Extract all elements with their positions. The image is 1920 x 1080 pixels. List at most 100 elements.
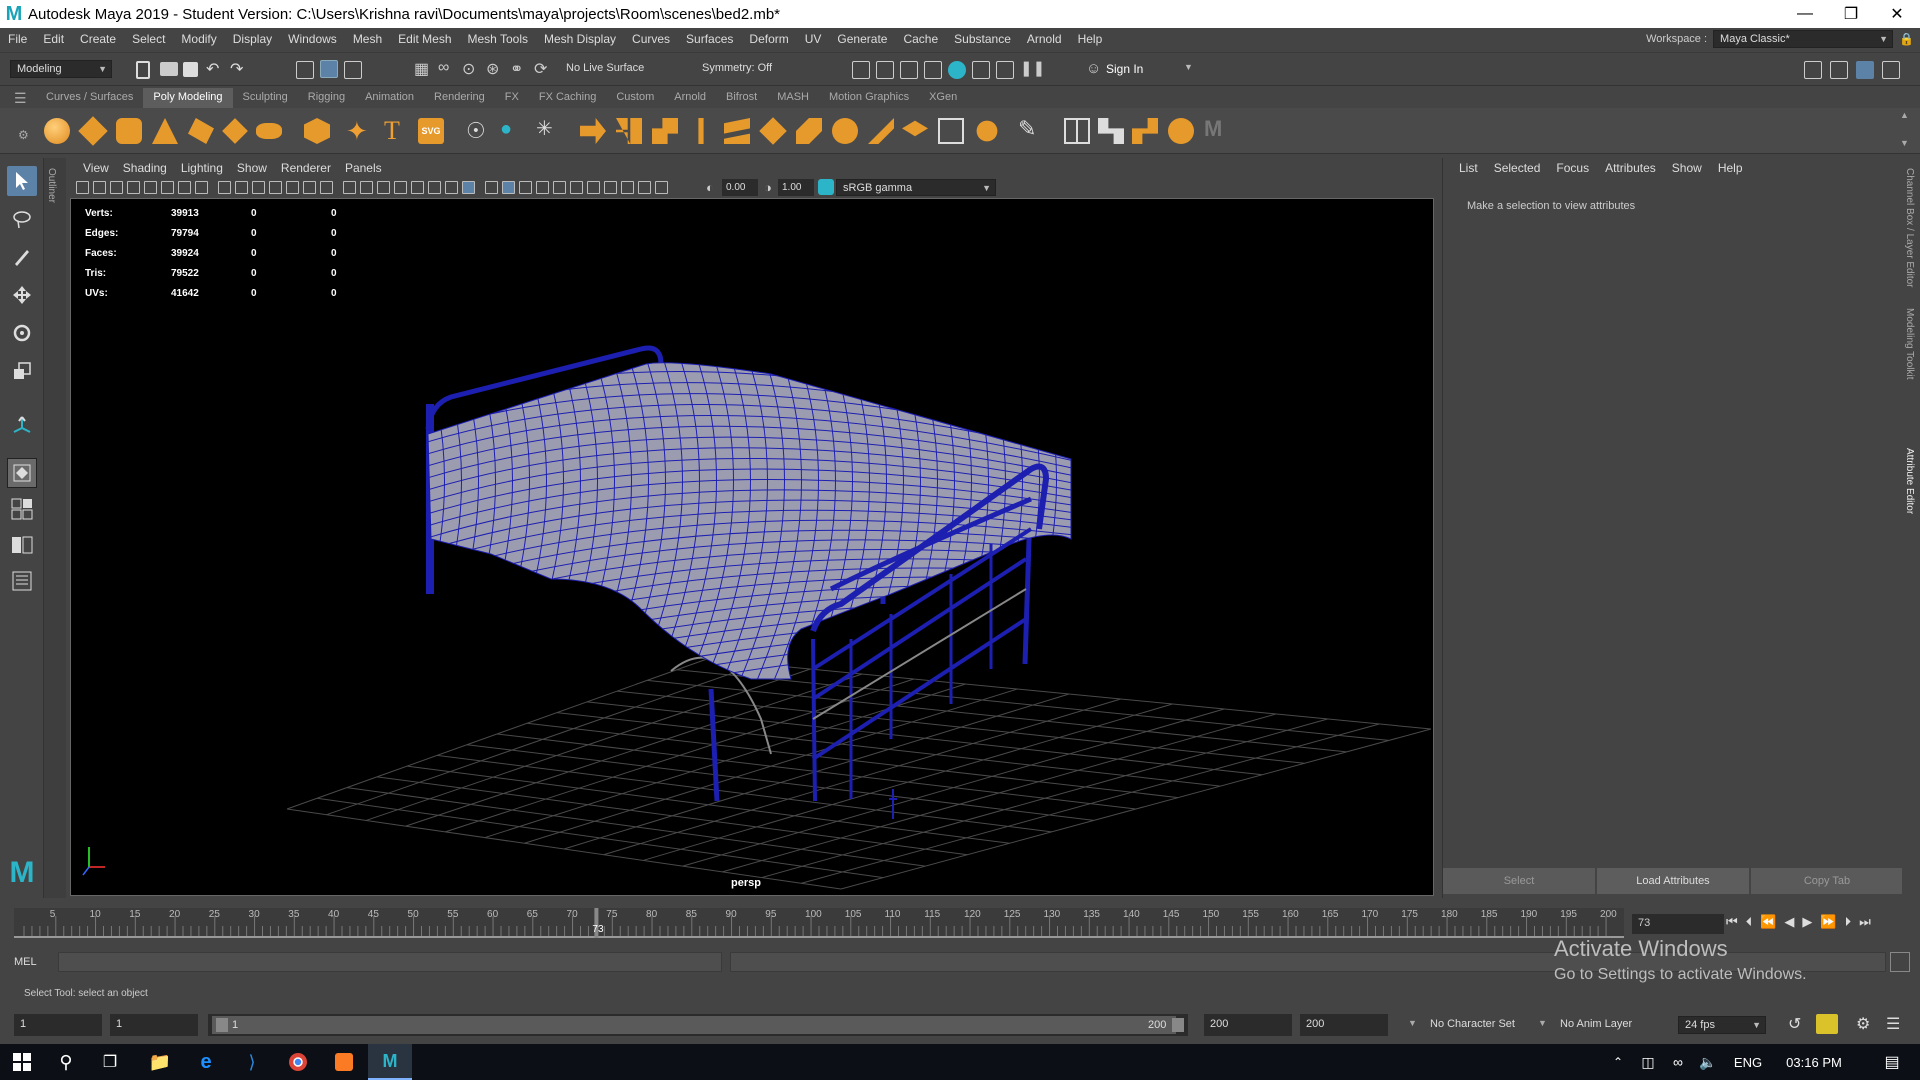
- sculpt-icon[interactable]: ☉: [466, 118, 486, 144]
- xampp-icon[interactable]: [322, 1044, 366, 1080]
- panel-tool-icon[interactable]: [320, 181, 333, 194]
- animation-end-field[interactable]: 200: [1300, 1014, 1388, 1036]
- render-view-icon[interactable]: [852, 61, 870, 79]
- range-slider-handle-left[interactable]: [216, 1018, 228, 1032]
- menu-cache[interactable]: Cache: [895, 32, 946, 46]
- light-editor-icon[interactable]: [996, 61, 1014, 79]
- shelf-tab-rigging[interactable]: Rigging: [298, 88, 355, 108]
- append-polygon-icon[interactable]: [868, 118, 894, 144]
- menu-substance[interactable]: Substance: [946, 32, 1019, 46]
- current-frame-field[interactable]: 73: [1632, 914, 1724, 934]
- merge-icon[interactable]: [902, 120, 928, 137]
- fps-dropdown[interactable]: 24 fps ▼: [1678, 1016, 1766, 1034]
- panel-tool-icon[interactable]: [485, 181, 498, 194]
- redo-icon[interactable]: ↷: [230, 59, 243, 79]
- side-tab-2[interactable]: Attribute Editor: [1904, 448, 1915, 514]
- panel-tool-icon[interactable]: [178, 181, 191, 194]
- menu-windows[interactable]: Windows: [280, 32, 345, 46]
- attribute-editor-icon[interactable]: [1830, 61, 1848, 79]
- panel-menu-renderer[interactable]: Renderer: [274, 161, 338, 175]
- select-by-component-icon[interactable]: [344, 61, 362, 79]
- animation-start-field[interactable]: 1: [14, 1014, 102, 1036]
- clock[interactable]: 03:16 PM: [1776, 1044, 1852, 1080]
- shelf-tab-rendering[interactable]: Rendering: [424, 88, 495, 108]
- menu-mesh-tools[interactable]: Mesh Tools: [460, 32, 536, 46]
- range-slider-bar[interactable]: [212, 1016, 1176, 1034]
- pause-viewport-icon[interactable]: ❚❚: [1020, 59, 1045, 77]
- side-tab-0[interactable]: Channel Box / Layer Editor: [1904, 168, 1915, 288]
- last-tool-icon[interactable]: [7, 410, 37, 440]
- move-tool-icon[interactable]: [7, 280, 37, 310]
- shelf-menu-icon[interactable]: ☰: [14, 90, 27, 107]
- panel-tool-icon[interactable]: [195, 181, 208, 194]
- menu-arnold[interactable]: Arnold: [1019, 32, 1070, 46]
- poly-plane-icon[interactable]: [222, 118, 248, 144]
- attr-button-copy-tab[interactable]: Copy Tab: [1751, 868, 1903, 894]
- task-view-icon[interactable]: ❐: [88, 1044, 132, 1080]
- panel-tool-icon[interactable]: [411, 181, 424, 194]
- panel-tool-icon[interactable]: [343, 181, 356, 194]
- color-management-icon[interactable]: [818, 179, 834, 195]
- panel-tool-icon[interactable]: [303, 181, 316, 194]
- panel-tool-icon[interactable]: [377, 181, 390, 194]
- panel-menu-shading[interactable]: Shading: [116, 161, 174, 175]
- panel-tool-icon[interactable]: [218, 181, 231, 194]
- exposure-field[interactable]: 0.00: [722, 179, 758, 196]
- poly-disc-icon[interactable]: [256, 123, 282, 139]
- panel-tool-icon[interactable]: [286, 181, 299, 194]
- ipr-render-icon[interactable]: [900, 61, 918, 79]
- attr-menu-show[interactable]: Show: [1664, 161, 1710, 175]
- workspace-dropdown[interactable]: Maya Classic* ▼: [1713, 30, 1894, 48]
- mel-label[interactable]: MEL: [14, 954, 56, 968]
- snap-live-icon[interactable]: ⟳: [534, 59, 547, 79]
- poly-cylinder-icon[interactable]: [116, 118, 142, 144]
- panel-menu-lighting[interactable]: Lighting: [174, 161, 230, 175]
- scale-tool-icon[interactable]: [7, 356, 37, 386]
- four-view-layout-icon[interactable]: [7, 494, 37, 524]
- lock-icon[interactable]: 🔒: [1899, 32, 1914, 46]
- select-by-hierarchy-icon[interactable]: [296, 61, 314, 79]
- vscode-icon[interactable]: ⟩: [230, 1044, 274, 1080]
- separate-icon[interactable]: [616, 118, 642, 144]
- snap-view-plane-icon[interactable]: ⚭: [510, 59, 523, 79]
- attr-menu-selected[interactable]: Selected: [1486, 161, 1549, 175]
- panel-tool-icon[interactable]: [161, 181, 174, 194]
- menu-uv[interactable]: UV: [797, 32, 830, 46]
- menu-file[interactable]: File: [0, 32, 35, 46]
- preferences-icon[interactable]: ☰: [1886, 1014, 1900, 1034]
- go-to-start-icon[interactable]: ⏮: [1726, 914, 1738, 934]
- character-set-dropdown[interactable]: No Character Set: [1430, 1018, 1515, 1030]
- minimize-button[interactable]: —: [1782, 0, 1828, 28]
- panel-tool-icon[interactable]: [570, 181, 583, 194]
- shelf-tab-custom[interactable]: Custom: [606, 88, 664, 108]
- shelf-tab-fx-caching[interactable]: FX Caching: [529, 88, 606, 108]
- type-icon[interactable]: T: [384, 116, 400, 146]
- menu-create[interactable]: Create: [72, 32, 124, 46]
- step-back-key-icon[interactable]: ⏴: [1746, 914, 1753, 934]
- snap-grid-icon[interactable]: ▦: [414, 59, 429, 79]
- restore-button[interactable]: ❐: [1828, 0, 1874, 28]
- panel-tool-icon[interactable]: [394, 181, 407, 194]
- menu-help[interactable]: Help: [1070, 32, 1111, 46]
- render-frame-icon[interactable]: [876, 61, 894, 79]
- anim-layer-dropdown[interactable]: No Anim Layer: [1560, 1018, 1632, 1030]
- panel-tool-icon[interactable]: [587, 181, 600, 194]
- save-scene-icon[interactable]: [183, 62, 198, 77]
- shelf-tab-animation[interactable]: Animation: [355, 88, 424, 108]
- channel-box-icon[interactable]: [1856, 61, 1874, 79]
- super-shape-icon[interactable]: ✦: [346, 116, 368, 147]
- go-to-end-icon[interactable]: ⏭: [1859, 914, 1871, 934]
- shelf-tab-arnold[interactable]: Arnold: [664, 88, 716, 108]
- tool-settings-icon[interactable]: [1882, 61, 1900, 79]
- panel-tool-icon[interactable]: [252, 181, 265, 194]
- attr-menu-attributes[interactable]: Attributes: [1597, 161, 1664, 175]
- panel-menu-panels[interactable]: Panels: [338, 161, 389, 175]
- view-transform-dropdown[interactable]: sRGB gamma ▼: [836, 179, 996, 196]
- poly-cube-icon[interactable]: [78, 116, 108, 146]
- panel-tool-icon[interactable]: [655, 181, 668, 194]
- select-tool-icon[interactable]: [7, 166, 37, 196]
- file-explorer-icon[interactable]: 📁: [138, 1044, 182, 1080]
- undo-icon[interactable]: ↶: [206, 59, 219, 79]
- viewport-persp[interactable]: Verts: 39913 0 0 Edges: 79794 0 0 Faces: 39924 0 0 T…: [70, 198, 1434, 896]
- poly-sphere-icon[interactable]: [44, 118, 70, 144]
